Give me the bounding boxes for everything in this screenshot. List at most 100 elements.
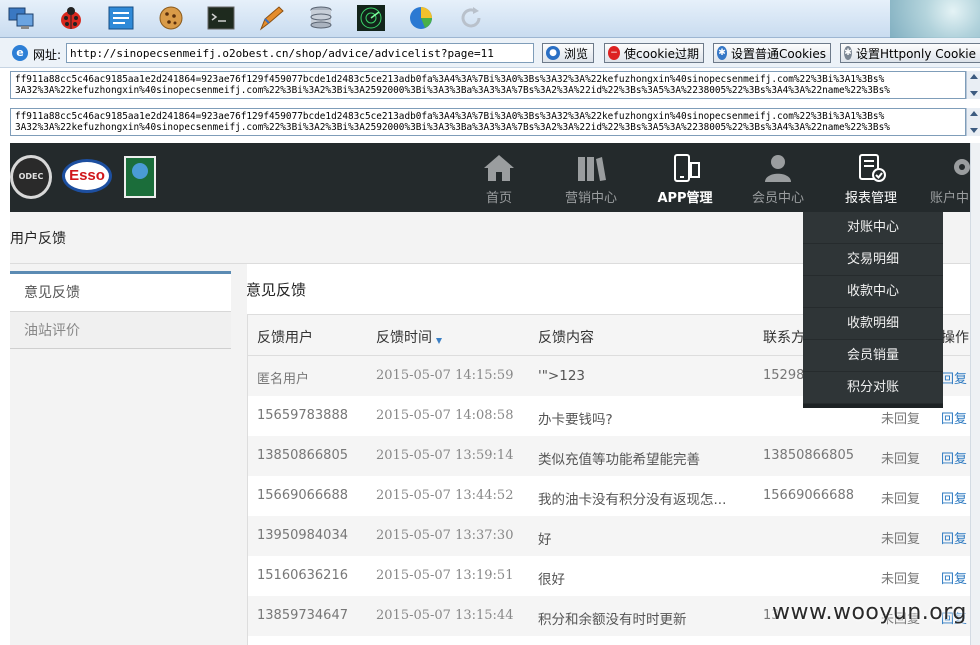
nav-app[interactable]: APP管理: [650, 153, 720, 206]
menu-item-collection[interactable]: 收款中心: [803, 276, 943, 308]
address-label: 网址:: [33, 48, 62, 62]
breadcrumb-label: 用户反馈: [10, 231, 66, 247]
mobile-icon: [669, 153, 701, 183]
database-icon[interactable]: [306, 3, 336, 33]
column-time[interactable]: 反馈时间: [376, 327, 442, 347]
radar-icon[interactable]: [356, 3, 386, 33]
sort-down-icon[interactable]: [436, 338, 442, 344]
set-cookie-button[interactable]: ✱ 设置普通Cookies: [713, 43, 831, 63]
ladybug-icon[interactable]: [56, 3, 86, 33]
cell-content: 类似充值等功能希望能完善: [538, 452, 700, 468]
nav-home[interactable]: 首页: [464, 153, 534, 206]
cookie-textarea-2[interactable]: ff911a88cc5c46ac9185aa1e2d241864=923ae76…: [10, 108, 966, 136]
sidebar: 意见反馈 油站评价: [10, 264, 247, 645]
sidebar-item-station-review[interactable]: 油站评价: [10, 311, 231, 349]
reply-link[interactable]: 回复: [941, 488, 967, 507]
terminal-icon[interactable]: [206, 3, 236, 33]
stop-icon: −: [608, 46, 621, 60]
reports-dropdown-menu: 对账中心 交易明细 收款中心 收款明细 会员销量 积分对账: [803, 212, 943, 408]
cell-time: 2015-05-07 13:44:52: [376, 488, 514, 503]
site-header: ODEC Esso 首页 营销中心 APP管理 会员中心 报表管理 账户中: [10, 143, 970, 212]
cell-user: 匿名用户: [257, 372, 310, 387]
icon-toolbar: [0, 0, 980, 38]
nav-account[interactable]: 账户中: [930, 153, 970, 206]
expire-cookie-button[interactable]: − 使cookie过期: [604, 43, 704, 63]
menu-item-reconciliation[interactable]: 对账中心: [803, 212, 943, 244]
cell-user: 15160636216: [257, 568, 348, 583]
cell-status: 未回复: [881, 452, 921, 467]
menu-item-points-reconciliation[interactable]: 积分对账: [803, 372, 943, 404]
cookie-icon[interactable]: [156, 3, 186, 33]
reply-link[interactable]: 回复: [941, 448, 967, 467]
report-icon: [855, 153, 887, 183]
cell-content: 很好: [538, 572, 565, 588]
set-httponly-label: 设置Httponly Cookie: [856, 46, 976, 61]
menu-item-member-sales[interactable]: 会员销量: [803, 340, 943, 372]
pie-chart-icon[interactable]: [406, 3, 436, 33]
refresh-icon[interactable]: [456, 3, 486, 33]
address-bar: e 网址: ● 浏览 − 使cookie过期 ✱ 设置普通Cookies ✱ 设…: [0, 38, 980, 68]
eye-icon: ●: [546, 46, 560, 60]
cell-contact: 13850866805: [763, 448, 854, 463]
cell-time: 2015-05-07 13:15:44: [376, 608, 514, 623]
browse-button[interactable]: ● 浏览: [542, 43, 594, 63]
reply-link[interactable]: 回复: [941, 408, 967, 427]
nav-app-label: APP管理: [657, 191, 713, 206]
cell-status: 未回复: [881, 492, 921, 507]
ie-icon: e: [12, 45, 28, 61]
cell-time: 2015-05-07 13:19:51: [376, 568, 514, 583]
nav-reports-label: 报表管理: [844, 191, 897, 206]
nav-marketing[interactable]: 营销中心: [556, 153, 626, 206]
reply-link[interactable]: 回复: [941, 568, 967, 587]
column-content: 反馈内容: [538, 330, 594, 346]
sidebar-item-feedback[interactable]: 意见反馈: [10, 271, 231, 311]
cell-content: 办卡要钱吗?: [538, 412, 613, 428]
nav-home-label: 首页: [485, 191, 512, 206]
nav-marketing-label: 营销中心: [564, 191, 617, 206]
cell-user: 13850866805: [257, 448, 348, 463]
table-row: 15669066688 2015-05-07 13:44:52 我的油卡没有积分…: [248, 476, 970, 516]
cell-user: 15659783888: [257, 408, 348, 423]
menu-item-transactions[interactable]: 交易明细: [803, 244, 943, 276]
page-scrollbar[interactable]: [970, 143, 980, 645]
gear-icon: ✱: [844, 46, 853, 60]
scrollbar[interactable]: [966, 108, 980, 136]
url-input[interactable]: [66, 43, 534, 63]
cell-time: 2015-05-07 13:59:14: [376, 448, 514, 463]
reply-link[interactable]: 回复: [941, 528, 967, 547]
reply-link[interactable]: 回复: [941, 368, 967, 387]
page-title: 意见反馈: [246, 281, 307, 299]
home-icon: [483, 153, 515, 183]
cell-user: 13950984034: [257, 528, 348, 543]
menu-item-collection-detail[interactable]: 收款明细: [803, 308, 943, 340]
watermark: www.wooyun.org: [772, 600, 967, 625]
cell-contact: 15669066688: [763, 488, 854, 503]
cell-status: 未回复: [881, 532, 921, 547]
books-icon: [575, 153, 607, 183]
cell-status: 未回复: [881, 572, 921, 587]
nav-reports[interactable]: 报表管理: [836, 153, 906, 206]
set-httponly-button[interactable]: ✱ 设置Httponly Cookie: [840, 43, 980, 63]
cookie-textarea-1[interactable]: ff911a88cc5c46ac9185aa1e2d241864=923ae76…: [10, 71, 966, 99]
gear-icon: [946, 153, 970, 183]
computer-icon[interactable]: [6, 3, 36, 33]
decorative-swirl: [890, 0, 980, 38]
table-row: 13850866805 2015-05-07 13:59:14 类似充值等功能希…: [248, 436, 970, 476]
nav-account-label: 账户中: [930, 191, 970, 206]
cell-content: 好: [538, 532, 552, 548]
cell-status: 未回复: [881, 412, 921, 427]
saudi-aramco-logo: [124, 156, 156, 198]
window-icon[interactable]: [106, 3, 136, 33]
column-action: 操作: [941, 330, 969, 346]
cell-time: 2015-05-07 13:37:30: [376, 528, 514, 543]
pen-icon[interactable]: [256, 3, 286, 33]
cell-content: 积分和余额没有时时更新: [538, 612, 687, 628]
cell-user: 13859734647: [257, 608, 348, 623]
scrollbar[interactable]: [966, 71, 980, 99]
gear-icon: ✱: [717, 46, 728, 60]
table-row: 15160636216 2015-05-07 13:19:51 很好 未回复 回…: [248, 556, 970, 596]
esso-logo: Esso: [62, 159, 112, 193]
user-icon: [762, 153, 794, 183]
nav-members[interactable]: 会员中心: [743, 153, 813, 206]
cell-contact: 15298: [763, 368, 805, 383]
